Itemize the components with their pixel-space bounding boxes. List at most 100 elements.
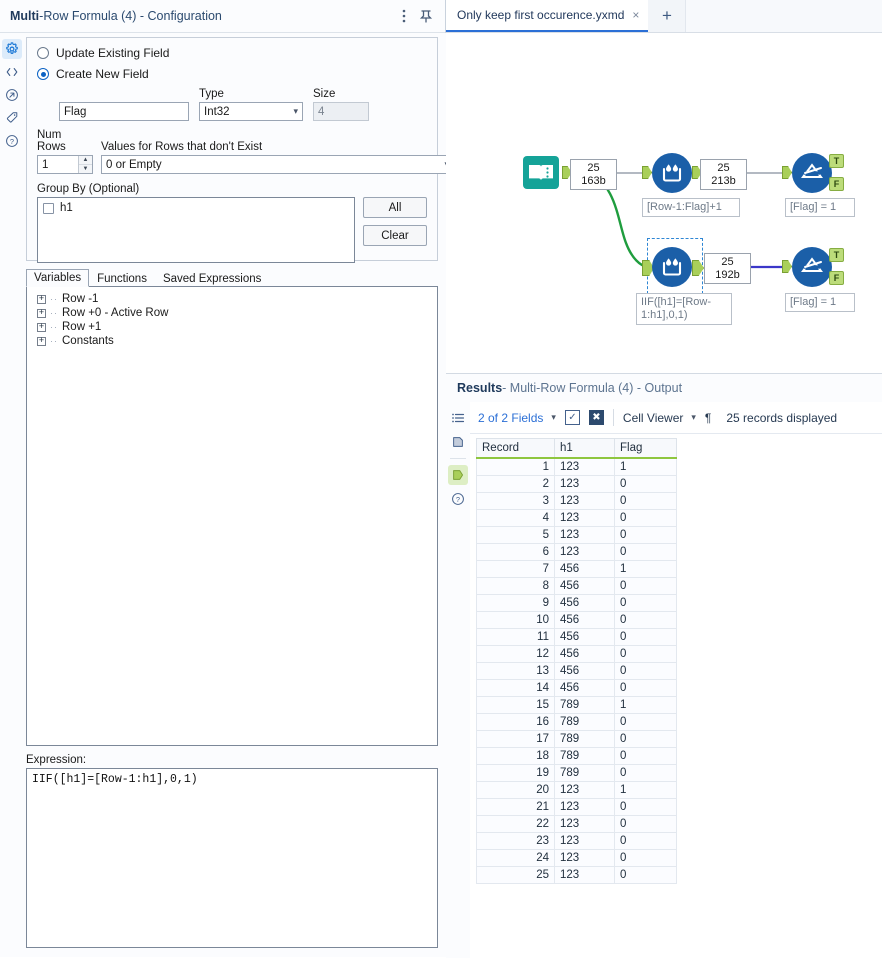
code-brackets-icon[interactable]: [2, 62, 22, 82]
table-row[interactable]: 14 456 0: [476, 678, 677, 697]
tree-item-constants[interactable]: + ·· Constants: [31, 334, 433, 348]
cell-h1[interactable]: 123: [554, 491, 615, 510]
cell-h1[interactable]: 123: [554, 525, 615, 544]
configuration-gear-icon[interactable]: [2, 39, 22, 59]
more-vertical-icon[interactable]: [393, 5, 415, 27]
cell-viewer-selector[interactable]: Cell Viewer ▾: [623, 411, 696, 425]
results-grid[interactable]: Record h1 Flag 1 123 1 2 123 0 3 123 0 4 123 0 5 123 0…: [476, 438, 876, 884]
tree-item-row-plus-0[interactable]: + ·· Row +0 - Active Row: [31, 306, 433, 320]
table-row[interactable]: 2 123 0: [476, 474, 677, 493]
cell-h1[interactable]: 123: [554, 865, 615, 884]
num-rows-spinner-buttons[interactable]: ▲ ▼: [78, 156, 92, 173]
table-row[interactable]: 13 456 0: [476, 661, 677, 680]
cell-h1[interactable]: 456: [554, 610, 615, 629]
filter-tool-top[interactable]: [792, 153, 832, 193]
cell-flag[interactable]: 0: [614, 831, 677, 850]
values-missing-select[interactable]: 0 or Empty ▾: [101, 155, 454, 174]
table-row[interactable]: 20 123 1: [476, 780, 677, 799]
cell-record[interactable]: 16: [476, 712, 555, 731]
table-row[interactable]: 15 789 1: [476, 695, 677, 714]
cell-h1[interactable]: 123: [554, 831, 615, 850]
cell-h1[interactable]: 123: [554, 797, 615, 816]
cell-h1[interactable]: 123: [554, 848, 615, 867]
cell-flag[interactable]: 1: [614, 559, 677, 578]
field-type-select[interactable]: Int32 ▾: [199, 102, 303, 121]
cell-flag[interactable]: 1: [614, 780, 677, 799]
multi-row-formula-tool-bottom[interactable]: [652, 247, 692, 287]
cell-h1[interactable]: 789: [554, 746, 615, 765]
table-row[interactable]: 5 123 0: [476, 525, 677, 544]
column-header-h1[interactable]: h1: [554, 438, 615, 459]
new-tab-button[interactable]: +: [648, 0, 687, 32]
table-row[interactable]: 1 123 1: [476, 457, 677, 476]
cell-record[interactable]: 6: [476, 542, 555, 561]
filter-bottom-true-anchor[interactable]: T: [829, 248, 844, 262]
cell-record[interactable]: 22: [476, 814, 555, 833]
help-question-icon[interactable]: ?: [448, 489, 468, 509]
tree-item-row-minus-1[interactable]: + ·· Row -1: [31, 292, 433, 306]
cell-record[interactable]: 15: [476, 695, 555, 714]
filter-top-true-anchor[interactable]: T: [829, 154, 844, 168]
cell-flag[interactable]: 0: [614, 474, 677, 493]
tree-item-row-plus-1[interactable]: + ·· Row +1: [31, 320, 433, 334]
table-row[interactable]: 3 123 0: [476, 491, 677, 510]
cell-record[interactable]: 5: [476, 525, 555, 544]
table-row[interactable]: 6 123 0: [476, 542, 677, 561]
cell-flag[interactable]: 0: [614, 712, 677, 731]
radio-update-existing-field[interactable]: Update Existing Field: [37, 46, 427, 60]
cell-record[interactable]: 7: [476, 559, 555, 578]
cell-record[interactable]: 11: [476, 627, 555, 646]
cell-record[interactable]: 4: [476, 508, 555, 527]
list-item[interactable]: h1: [43, 202, 349, 214]
table-row[interactable]: 7 456 1: [476, 559, 677, 578]
table-row[interactable]: 23 123 0: [476, 831, 677, 850]
multi-row-formula-tool-top[interactable]: [652, 153, 692, 193]
cell-h1[interactable]: 456: [554, 678, 615, 697]
cell-record[interactable]: 20: [476, 780, 555, 799]
column-header-record[interactable]: Record: [476, 438, 555, 459]
cell-flag[interactable]: 0: [614, 865, 677, 884]
cell-flag[interactable]: 1: [614, 695, 677, 714]
cell-record[interactable]: 23: [476, 831, 555, 850]
cell-h1[interactable]: 456: [554, 644, 615, 663]
cell-flag[interactable]: 0: [614, 814, 677, 833]
group-by-checkbox[interactable]: [43, 202, 54, 214]
cell-h1[interactable]: 456: [554, 559, 615, 578]
table-row[interactable]: 21 123 0: [476, 797, 677, 816]
table-row[interactable]: 19 789 0: [476, 763, 677, 782]
text-input-tool[interactable]: [522, 153, 560, 194]
expand-plus-icon[interactable]: +: [37, 322, 46, 332]
cell-h1[interactable]: 123: [554, 814, 615, 833]
cell-h1[interactable]: 123: [554, 474, 615, 493]
table-row[interactable]: 25 123 0: [476, 865, 677, 884]
cell-flag[interactable]: 0: [614, 593, 677, 612]
field-name-input[interactable]: Flag: [59, 102, 189, 121]
cell-record[interactable]: 25: [476, 865, 555, 884]
cell-flag[interactable]: 0: [614, 508, 677, 527]
num-rows-increment[interactable]: ▲: [79, 156, 92, 165]
num-rows-decrement[interactable]: ▼: [79, 165, 92, 173]
table-row[interactable]: 17 789 0: [476, 729, 677, 748]
data-panel-icon[interactable]: [448, 432, 468, 452]
cell-record[interactable]: 24: [476, 848, 555, 867]
cell-record[interactable]: 19: [476, 763, 555, 782]
filter-top-false-anchor[interactable]: F: [829, 177, 844, 191]
cell-record[interactable]: 1: [476, 457, 555, 476]
cell-h1[interactable]: 789: [554, 729, 615, 748]
tab-functions[interactable]: Functions: [89, 270, 155, 287]
cell-record[interactable]: 18: [476, 746, 555, 765]
output-anchor-icon[interactable]: [448, 465, 468, 485]
cell-flag[interactable]: 0: [614, 848, 677, 867]
cell-flag[interactable]: 1: [614, 457, 677, 476]
table-row[interactable]: 24 123 0: [476, 848, 677, 867]
column-header-flag[interactable]: Flag: [614, 438, 677, 459]
select-all-button[interactable]: All: [363, 197, 427, 218]
cell-flag[interactable]: 0: [614, 644, 677, 663]
variables-tree[interactable]: + ·· Row -1 + ·· Row +0 - Active Row + ·…: [26, 286, 438, 746]
cell-flag[interactable]: 0: [614, 797, 677, 816]
radio-create-new-field[interactable]: Create New Field: [37, 67, 427, 81]
cell-h1[interactable]: 123: [554, 780, 615, 799]
cell-h1[interactable]: 789: [554, 712, 615, 731]
document-tab-workflow[interactable]: Only keep first occurence.yxmd ×: [446, 0, 649, 32]
cell-record[interactable]: 3: [476, 491, 555, 510]
